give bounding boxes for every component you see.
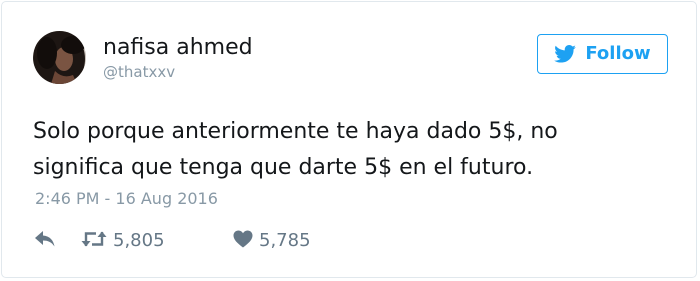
tweet-text: Solo porque anteriormente te haya dado 5… (33, 114, 673, 186)
retweet-button[interactable]: 5,805 (81, 230, 233, 252)
follow-label: Follow (585, 43, 651, 64)
retweet-count: 5,805 (113, 230, 165, 251)
like-count: 5,785 (259, 230, 311, 251)
like-button[interactable]: 5,785 (233, 230, 311, 252)
retweet-icon (81, 230, 107, 252)
user-handle[interactable]: @thatxxv (103, 63, 175, 81)
reply-arrow-icon (35, 231, 55, 251)
tweet-card: nafisa ahmed @thatxxv Follow Solo porque… (1, 1, 697, 278)
avatar-photo (33, 31, 86, 84)
heart-icon (233, 230, 253, 252)
follow-button[interactable]: Follow (537, 34, 668, 74)
tweet-text-line: significa que tenga que darte 5$ en el f… (33, 155, 534, 180)
tweet-text-line: Solo porque anteriormente te haya dado 5… (33, 119, 558, 144)
avatar[interactable] (33, 31, 86, 84)
twitter-bird-icon (554, 45, 577, 63)
tweet-timestamp[interactable]: 2:46 PM - 16 Aug 2016 (35, 189, 218, 209)
display-name[interactable]: nafisa ahmed (103, 35, 253, 61)
reply-button[interactable] (35, 231, 81, 251)
tweet-actions: 5,805 5,785 (35, 228, 311, 254)
